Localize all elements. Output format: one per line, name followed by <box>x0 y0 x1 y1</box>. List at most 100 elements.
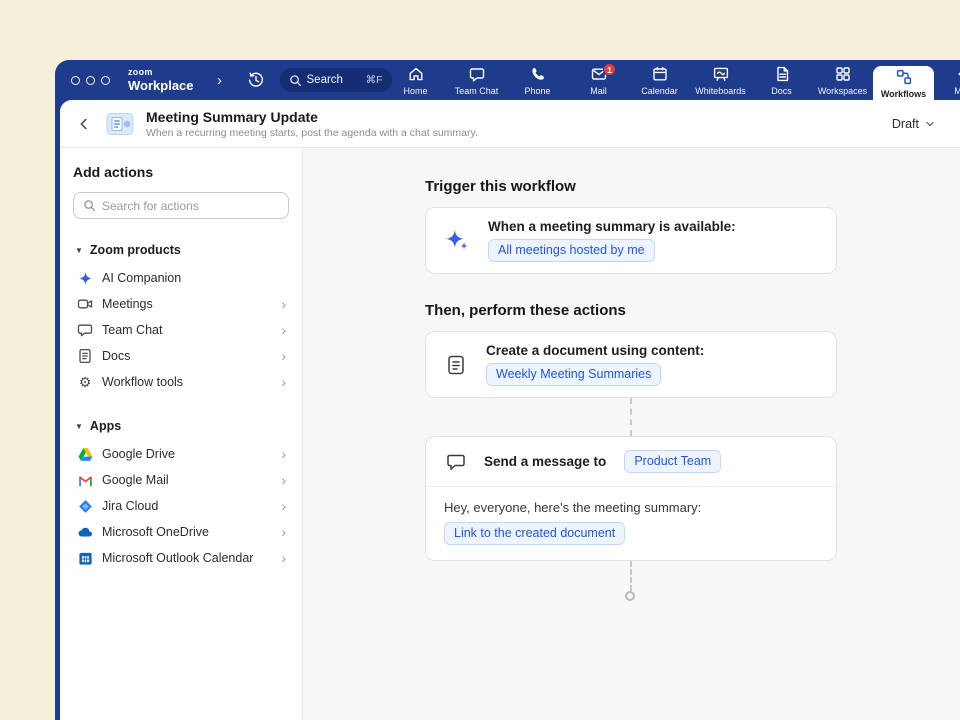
document-icon <box>444 354 468 376</box>
dashed-connector <box>630 561 632 591</box>
section-zoom-products[interactable]: ▼ Zoom products <box>75 243 287 257</box>
window-control-dot[interactable] <box>86 76 95 85</box>
section-apps[interactable]: ▼ Apps <box>75 419 287 433</box>
gmail-icon <box>77 472 93 488</box>
actions-search[interactable] <box>73 192 289 219</box>
draft-status-dropdown[interactable]: Draft <box>886 113 942 135</box>
sidebar-item-docs[interactable]: Docs › <box>73 343 289 369</box>
tab-team-chat[interactable]: Team Chat <box>446 60 507 100</box>
jira-icon <box>77 498 93 514</box>
workflow-title-block: Meeting Summary Update When a recurring … <box>146 109 478 139</box>
sidebar-item-google-drive[interactable]: Google Drive › <box>73 441 289 467</box>
sidebar-item-team-chat[interactable]: Team Chat › <box>73 317 289 343</box>
add-step-node[interactable] <box>625 591 635 601</box>
tab-workflows[interactable]: Workflows <box>873 66 934 100</box>
send-message-header: Send a message to Product Team <box>426 437 836 487</box>
status-badge: Draft <box>892 117 919 131</box>
global-search[interactable]: Search ⌘F <box>280 68 392 92</box>
tab-label: Phone <box>524 86 550 96</box>
logo-workplace-text: Workplace <box>128 79 194 92</box>
chevron-right-icon: › <box>281 375 286 389</box>
chevron-right-icon: › <box>281 551 286 565</box>
tab-docs[interactable]: Docs <box>751 60 812 100</box>
message-recipient-chip[interactable]: Product Team <box>624 450 721 473</box>
trigger-heading: Trigger this workflow <box>425 178 837 195</box>
tab-whiteboards[interactable]: Whiteboards <box>690 60 751 100</box>
search-shortcut: ⌘F <box>366 74 383 86</box>
sidebar-item-meetings[interactable]: Meetings › <box>73 291 289 317</box>
tab-phone[interactable]: Phone <box>507 60 568 100</box>
history-icon[interactable] <box>246 70 266 90</box>
navbar-tabs: Home Team Chat Phone 1 Mail <box>385 60 960 100</box>
search-input[interactable] <box>102 199 279 213</box>
create-document-text: Create a document using content: <box>486 343 704 358</box>
window-control-dot[interactable] <box>71 76 80 85</box>
message-link-chip[interactable]: Link to the created document <box>444 522 625 545</box>
send-message-body: Hey, everyone, here's the meeting summar… <box>426 487 836 560</box>
search-label: Search <box>307 74 361 86</box>
video-camera-icon <box>77 296 93 312</box>
trigger-text: When a meeting summary is available: <box>488 219 736 234</box>
tab-home[interactable]: Home <box>385 60 446 100</box>
chat-bubble-icon <box>444 451 468 473</box>
create-document-card[interactable]: Create a document using content: Weekly … <box>425 331 837 398</box>
chevron-right-icon: › <box>281 473 286 487</box>
caret-down-icon: ▼ <box>75 246 83 255</box>
sidebar-item-label: Microsoft OneDrive <box>102 525 209 539</box>
section-label: Apps <box>90 419 121 433</box>
search-icon <box>289 74 302 87</box>
sidebar-item-microsoft-onedrive[interactable]: Microsoft OneDrive › <box>73 519 289 545</box>
window-control-dot[interactable] <box>101 76 110 85</box>
more-icon <box>956 65 960 83</box>
trigger-card[interactable]: When a meeting summary is available: All… <box>425 207 837 274</box>
sidebar-item-label: Docs <box>102 349 130 363</box>
doc-icon <box>773 65 791 83</box>
tab-label: Team Chat <box>455 86 499 96</box>
sidebar-title: Add actions <box>73 164 289 180</box>
tab-more[interactable]: More <box>934 60 960 100</box>
document-content-chip[interactable]: Weekly Meeting Summaries <box>486 363 661 386</box>
workflow-flow: Trigger this workflow When a meeting sum… <box>425 178 837 601</box>
document-icon <box>77 348 93 364</box>
google-drive-icon <box>77 446 93 462</box>
outlook-calendar-icon <box>77 550 93 566</box>
page-subtitle: When a recurring meeting starts, post th… <box>146 127 478 139</box>
tab-label: More <box>954 86 960 96</box>
chat-bubble-icon <box>77 322 93 338</box>
chevron-right-icon: › <box>281 499 286 513</box>
back-button[interactable] <box>74 114 94 134</box>
trigger-card-body: When a meeting summary is available: All… <box>488 219 736 262</box>
tab-label: Docs <box>771 86 792 96</box>
chevron-right-icon: › <box>281 349 286 363</box>
sidebar-item-label: Meetings <box>102 297 153 311</box>
search-icon <box>83 199 96 212</box>
editor-content: Add actions ▼ Zoom products AI Companion <box>60 148 960 720</box>
chevron-right-icon: › <box>281 525 286 539</box>
sidebar-item-label: Google Drive <box>102 447 175 461</box>
trigger-scope-chip[interactable]: All meetings hosted by me <box>488 239 655 262</box>
sidebar-item-google-mail[interactable]: Google Mail › <box>73 467 289 493</box>
phone-icon <box>529 65 547 83</box>
chevron-right-icon: › <box>281 297 286 311</box>
calendar-icon <box>651 65 669 83</box>
onedrive-icon <box>77 524 93 540</box>
zoom-workplace-logo: zoom Workplace <box>128 68 194 92</box>
workspaces-icon <box>834 65 852 83</box>
message-body-text: Hey, everyone, here's the meeting summar… <box>444 500 818 515</box>
tab-calendar[interactable]: Calendar <box>629 60 690 100</box>
workflow-editor-panel: Meeting Summary Update When a recurring … <box>60 100 960 720</box>
tab-mail[interactable]: 1 Mail <box>568 60 629 100</box>
nav-collapse-chevron-icon[interactable]: › <box>210 70 230 90</box>
logo-zoom-text: zoom <box>128 68 194 77</box>
sidebar-item-label: AI Companion <box>102 271 181 285</box>
sidebar-item-microsoft-outlook-calendar[interactable]: Microsoft Outlook Calendar › <box>73 545 289 571</box>
gear-icon: ⚙ <box>77 374 93 390</box>
sidebar-item-workflow-tools[interactable]: ⚙ Workflow tools › <box>73 369 289 395</box>
section-label: Zoom products <box>90 243 181 257</box>
tab-workspaces[interactable]: Workspaces <box>812 60 873 100</box>
send-message-card[interactable]: Send a message to Product Team Hey, ever… <box>425 436 837 561</box>
chat-icon <box>468 65 486 83</box>
home-icon <box>407 65 425 83</box>
sidebar-item-jira-cloud[interactable]: Jira Cloud › <box>73 493 289 519</box>
sidebar-item-ai-companion[interactable]: AI Companion <box>73 265 289 291</box>
